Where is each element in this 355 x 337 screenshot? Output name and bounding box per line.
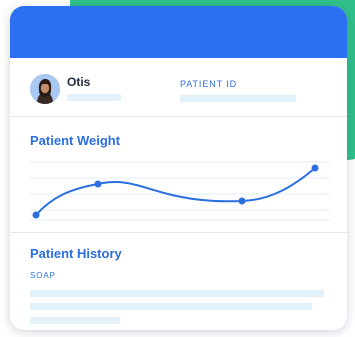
patient-name-placeholder [67,94,121,101]
weight-data-point[interactable] [238,197,246,205]
weight-trend-line [35,167,316,216]
history-text-placeholder [30,290,324,297]
history-text-placeholder [30,303,312,310]
patient-history-section: Patient History SOAP [10,233,347,330]
app-stage: Otis PATIENT ID Patient Weight Patient H… [0,0,355,337]
weight-data-point[interactable] [94,180,102,188]
history-text-placeholder [30,317,120,324]
patient-history-title: Patient History [30,246,122,261]
weight-data-point[interactable] [32,211,40,219]
soap-label: SOAP [30,271,56,280]
patient-weight-section: Patient Weight [10,117,347,233]
patient-name: Otis [67,75,91,89]
weight-line-chart [30,161,330,221]
patient-info-row: Otis PATIENT ID [10,58,347,117]
patient-id-label: PATIENT ID [180,79,238,89]
card-header [10,6,347,58]
patient-id-placeholder [180,95,296,102]
weight-data-point[interactable] [311,164,319,172]
patient-card: Otis PATIENT ID Patient Weight Patient H… [10,6,347,330]
person-icon [30,74,60,104]
patient-avatar[interactable] [30,74,60,104]
